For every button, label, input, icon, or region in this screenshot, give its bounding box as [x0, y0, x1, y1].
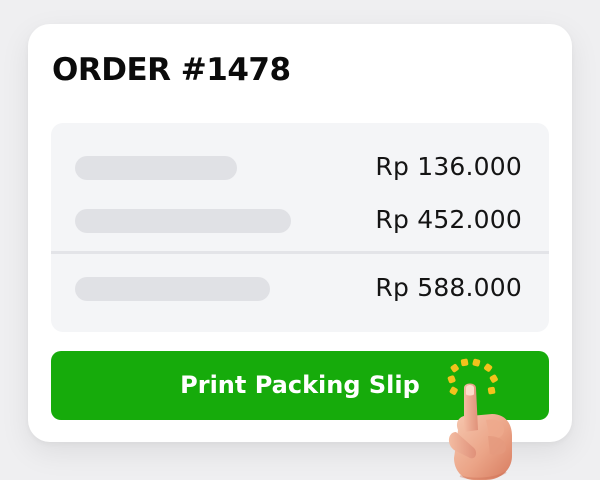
line-item-row: Rp 452.000 — [51, 200, 549, 240]
summary-divider — [51, 251, 549, 254]
total-price: Rp 588.000 — [375, 273, 522, 302]
line-item-price: Rp 452.000 — [375, 205, 522, 234]
line-item-row: Rp 136.000 — [51, 147, 549, 187]
total-label-placeholder — [75, 277, 270, 301]
item-name-placeholder — [75, 209, 291, 233]
total-row: Rp 588.000 — [51, 268, 549, 308]
item-name-placeholder — [75, 156, 237, 180]
order-summary: Rp 136.000 Rp 452.000 Rp 588.000 — [51, 123, 549, 332]
line-item-price: Rp 136.000 — [375, 152, 522, 181]
order-title: ORDER #1478 — [52, 52, 291, 88]
pointing-hand-icon — [447, 358, 512, 480]
